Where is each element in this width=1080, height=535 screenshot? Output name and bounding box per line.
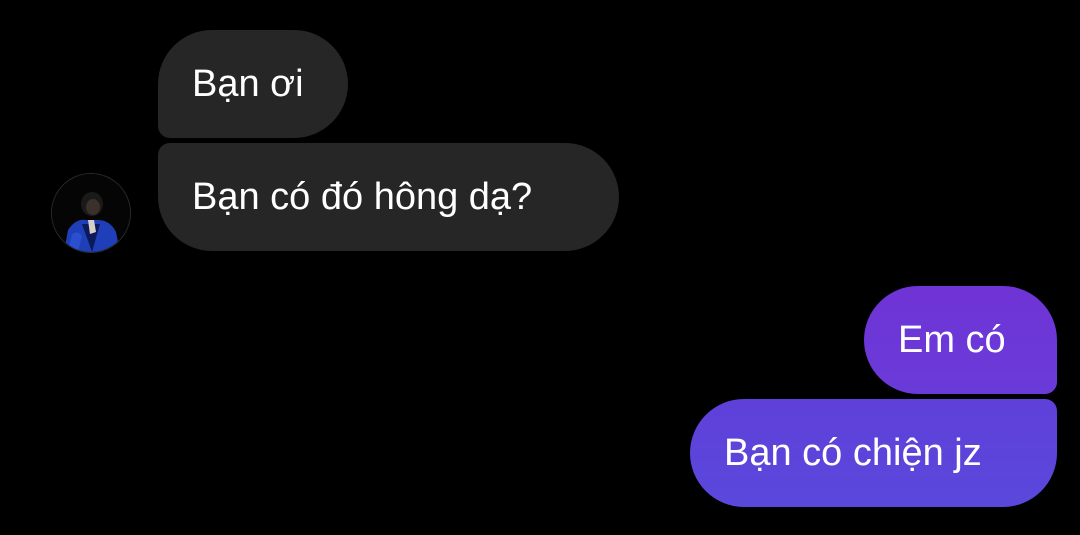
contact-avatar[interactable] <box>52 174 130 252</box>
message-text: Em có <box>898 318 1006 361</box>
incoming-message[interactable]: Bạn ơi <box>158 30 348 138</box>
incoming-message[interactable]: Bạn có đó hông dạ? <box>158 143 619 251</box>
message-text: Bạn có chiện jz <box>724 431 982 474</box>
profile-photo-icon <box>52 174 130 252</box>
outgoing-message[interactable]: Bạn có chiện jz <box>690 399 1057 507</box>
message-text: Bạn ơi <box>192 62 304 105</box>
message-thread: Bạn ơi Bạn có đó hông dạ? Em có Bạn có c… <box>0 0 1080 535</box>
outgoing-message[interactable]: Em có <box>864 286 1057 394</box>
message-text: Bạn có đó hông dạ? <box>192 175 533 218</box>
